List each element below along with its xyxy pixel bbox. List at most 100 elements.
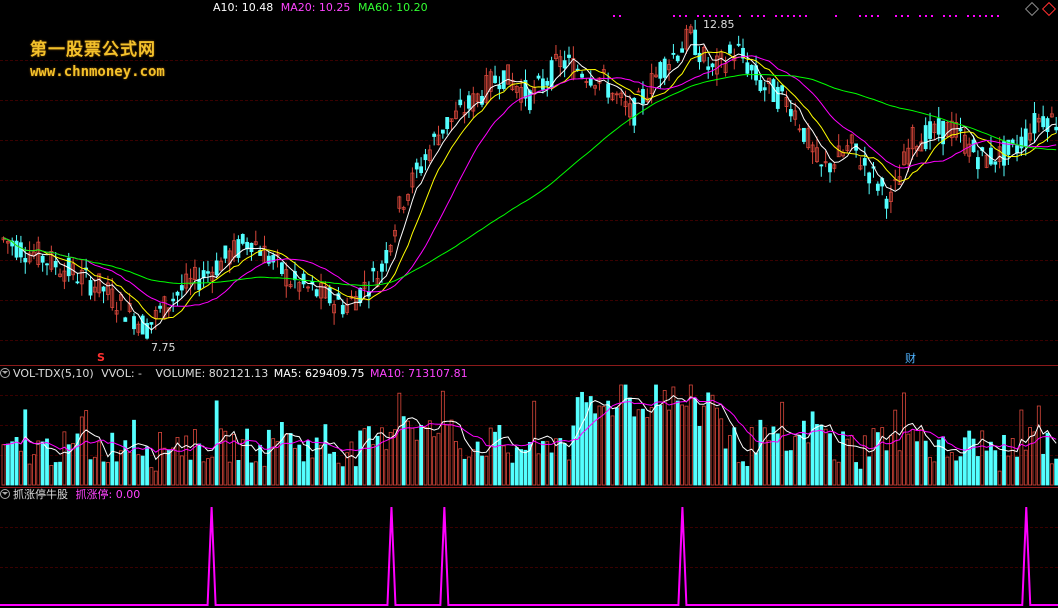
collapse-circle-icon[interactable] (0, 489, 10, 499)
volume-bar (510, 462, 515, 486)
volume-bar (79, 416, 84, 486)
candle-body (88, 280, 93, 296)
collapse-circle-icon[interactable] (0, 368, 10, 378)
candle-body (14, 240, 19, 258)
volume-bar (571, 425, 576, 486)
candle-body (671, 52, 676, 55)
volume-bar (340, 466, 345, 486)
candle-body (1032, 113, 1037, 134)
volume-bar (728, 435, 732, 486)
candle-body (936, 118, 941, 135)
volume-bar (671, 386, 676, 486)
volume-bar (266, 429, 271, 486)
volume-bar (562, 442, 567, 486)
volume-bar (36, 440, 41, 486)
volume-bar (414, 439, 419, 486)
signal-dot (835, 15, 837, 17)
candle-body (223, 245, 228, 259)
candle-body (40, 255, 45, 263)
volume-bar (849, 435, 854, 486)
candle-body (132, 316, 136, 330)
vol-ma5-readout: MA5: 629409.75 (273, 367, 365, 380)
indicator-chart-pane[interactable]: 抓涨停牛股 抓涨停: 0.00 (0, 487, 1058, 608)
candle-body (989, 147, 993, 165)
volume-bar (684, 405, 689, 486)
volume-bar (462, 458, 467, 486)
candle-body (749, 64, 754, 71)
signal-dot (775, 15, 777, 17)
candle-body (1041, 116, 1046, 128)
volume-bar (636, 409, 641, 486)
candle-body (179, 285, 184, 291)
signal-dot (955, 15, 957, 17)
volume-bar (475, 441, 480, 486)
volume-bar (327, 453, 332, 486)
volume-bar (541, 441, 545, 486)
volume-bar (558, 438, 563, 486)
finance-marker[interactable]: 财 (905, 350, 916, 365)
volume-bar (484, 455, 489, 486)
volume-bar (49, 465, 54, 486)
volume-bar (519, 449, 524, 486)
signal-dot (787, 15, 789, 17)
volume-bar (841, 431, 845, 486)
volume-bar (288, 433, 293, 486)
volume-bar (641, 408, 645, 486)
volume-bar (501, 445, 506, 486)
signal-dot (721, 15, 723, 17)
volume-bar (349, 441, 354, 486)
signal-dot (727, 15, 729, 17)
volume-bar (314, 437, 319, 486)
vol-indicator-name[interactable]: VOL-TDX(5,10) (13, 367, 94, 380)
volume-bar (214, 400, 219, 486)
volume-bar (819, 424, 824, 486)
volume-bar (693, 397, 698, 486)
volume-bar (649, 407, 654, 486)
volume-chart-pane[interactable]: VOL-TDX(5,10) VVOL: - VOLUME: 802121.13 … (0, 365, 1058, 487)
volume-bar (106, 462, 110, 486)
volume-bar (293, 447, 297, 486)
volume-bar (549, 452, 554, 486)
volume-bar (897, 450, 902, 486)
candle-body (923, 125, 928, 150)
ma10-readout: A10: 10.48 (213, 1, 274, 14)
candle-body (75, 281, 80, 284)
candle-body (775, 86, 780, 109)
volume-bar (40, 441, 45, 486)
candle-body (171, 298, 176, 302)
volume-bar (253, 461, 258, 486)
volume-bar (545, 441, 550, 486)
volume-bar (1010, 438, 1015, 486)
s-marker[interactable]: S (97, 351, 105, 364)
candle-body (928, 121, 932, 139)
candle-body (736, 43, 741, 46)
indicator-name[interactable]: 抓涨停牛股 (13, 488, 68, 501)
volume-bar (601, 406, 606, 486)
volume-bar (18, 450, 23, 486)
candle-body (314, 289, 319, 297)
price-chart-pane[interactable]: A10: 10.48 MA20: 10.25 MA60: 10.20 第一股票公… (0, 0, 1058, 365)
signal-dot (991, 15, 993, 17)
volume-bar (662, 390, 667, 486)
volume-bar (1049, 463, 1054, 486)
candle-body (266, 255, 271, 264)
volume-bar (514, 447, 519, 486)
volume-bar (310, 457, 315, 486)
candle-body (697, 52, 702, 63)
candle-body (1054, 126, 1058, 131)
volume-bar (319, 444, 323, 486)
signal-dot (997, 15, 999, 17)
volume-bar (614, 407, 619, 486)
volume-bar (976, 456, 980, 486)
candle-body (762, 87, 767, 91)
volume-bar (110, 432, 115, 486)
volume-bar (645, 417, 650, 486)
volume-bar (401, 416, 406, 486)
volume-bar (741, 461, 745, 486)
signal-dot (919, 15, 921, 17)
signal-dot (877, 15, 879, 17)
volume-bar (862, 435, 867, 486)
signal-dot (685, 15, 687, 17)
volume-bar (715, 407, 719, 486)
volume-bars (1, 384, 1058, 486)
